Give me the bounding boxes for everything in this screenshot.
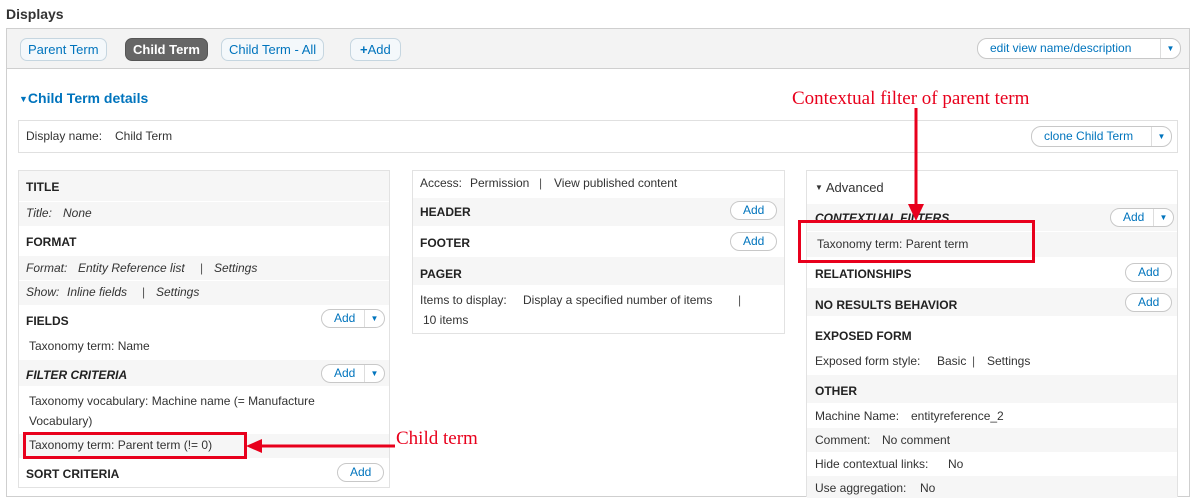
child-term-highlight bbox=[23, 432, 247, 459]
comment-link[interactable]: No comment bbox=[882, 433, 950, 447]
section-title-label: Child Term details bbox=[27, 90, 149, 106]
separator: | bbox=[539, 176, 543, 190]
contextual-add-button[interactable]: Add ▼ bbox=[1110, 208, 1174, 227]
format-settings-link[interactable]: Settings bbox=[214, 261, 257, 275]
filter-add-label: Add bbox=[334, 366, 356, 380]
child-term-arrow bbox=[246, 439, 395, 453]
title-label: Title: bbox=[26, 206, 52, 220]
edit-view-name-button[interactable]: edit view name/description ▼ bbox=[977, 38, 1181, 59]
add-display-button[interactable]: +Add bbox=[350, 38, 401, 61]
advanced-toggle[interactable]: ▼ Advanced bbox=[815, 180, 884, 195]
pager-label: Items to display: bbox=[420, 293, 507, 307]
display-name-bar: Display name: Child Term clone Child Ter… bbox=[18, 120, 1178, 153]
triangle-down-icon: ▼ bbox=[815, 183, 823, 192]
hide-contextual-links-link[interactable]: No bbox=[948, 457, 963, 471]
chevron-down-icon[interactable]: ▼ bbox=[364, 365, 384, 382]
relationships-add-button[interactable]: Add bbox=[1125, 263, 1173, 282]
separator: | bbox=[142, 285, 146, 299]
chevron-down-icon[interactable]: ▼ bbox=[1153, 209, 1173, 226]
tab-child-term-all[interactable]: Child Term - All bbox=[221, 38, 325, 61]
use-aggregation-link[interactable]: No bbox=[920, 481, 935, 495]
field-item-link[interactable]: Taxonomy term: Name bbox=[29, 339, 150, 353]
annotation-child-term: Child term bbox=[396, 428, 478, 449]
exposed-form-settings-link[interactable]: Settings bbox=[987, 354, 1030, 368]
format-value-link[interactable]: Entity Reference list bbox=[78, 261, 185, 275]
separator: | bbox=[738, 293, 742, 307]
tab-parent-term[interactable]: Parent Term bbox=[20, 38, 107, 61]
format-label: Format: bbox=[26, 261, 68, 275]
relationships-header: RELATIONSHIPS bbox=[815, 267, 912, 281]
exposed-form-header: EXPOSED FORM bbox=[815, 329, 912, 343]
access-view-published-link[interactable]: View published content bbox=[554, 176, 677, 190]
child-term-details-toggle[interactable]: ▼Child Term details bbox=[19, 90, 148, 106]
show-settings-link[interactable]: Settings bbox=[156, 285, 199, 299]
plus-icon: + bbox=[360, 42, 368, 57]
contextual-filter-arrow bbox=[908, 108, 924, 221]
chevron-down-icon[interactable]: ▼ bbox=[1160, 39, 1180, 58]
tab-child-term[interactable]: Child Term bbox=[125, 38, 208, 61]
fields-add-button[interactable]: Add ▼ bbox=[321, 309, 385, 328]
exposed-form-value-link[interactable]: Basic bbox=[937, 354, 966, 368]
other-header: OTHER bbox=[815, 384, 857, 398]
exposed-form-label: Exposed form style: bbox=[815, 354, 921, 368]
display-name-link[interactable]: Child Term bbox=[115, 129, 172, 143]
pager-count-link[interactable]: 10 items bbox=[423, 313, 468, 327]
title-value-link[interactable]: None bbox=[63, 206, 92, 220]
access-label: Access: bbox=[420, 176, 463, 190]
middle-column: Access: Permission | View published cont… bbox=[412, 170, 785, 334]
machine-name-link[interactable]: entityreference_2 bbox=[911, 409, 1004, 423]
sort-criteria-header: SORT CRITERIA bbox=[26, 467, 120, 481]
comment-label: Comment: bbox=[815, 433, 871, 447]
header-header: HEADER bbox=[420, 205, 471, 219]
pager-header: PAGER bbox=[420, 267, 462, 281]
filter-add-button[interactable]: Add ▼ bbox=[321, 364, 385, 383]
footer-add-button[interactable]: Add bbox=[730, 232, 778, 251]
page-title: Displays bbox=[6, 6, 64, 22]
use-aggregation-label: Use aggregation: bbox=[815, 481, 907, 495]
display-name-label: Display name: bbox=[26, 129, 103, 143]
annotation-contextual-filter: Contextual filter of parent term bbox=[792, 88, 1030, 109]
advanced-label: Advanced bbox=[825, 180, 884, 195]
contextual-add-label: Add bbox=[1123, 210, 1145, 224]
separator: | bbox=[972, 354, 976, 368]
header-add-button[interactable]: Add bbox=[730, 201, 778, 220]
title-header: TITLE bbox=[26, 180, 60, 194]
add-display-label: Add bbox=[367, 42, 391, 57]
chevron-down-icon[interactable]: ▼ bbox=[1151, 127, 1171, 146]
clone-display-button[interactable]: clone Child Term ▼ bbox=[1031, 126, 1172, 147]
show-value-link[interactable]: Inline fields bbox=[67, 285, 127, 299]
chevron-down-icon[interactable]: ▼ bbox=[364, 310, 384, 327]
clone-label: clone Child Term bbox=[1044, 129, 1134, 143]
format-header: FORMAT bbox=[26, 235, 77, 249]
filter-item-vocabulary-link[interactable]: Taxonomy vocabulary: Machine name (= Man… bbox=[29, 394, 315, 408]
hide-contextual-links-label: Hide contextual links: bbox=[815, 457, 929, 471]
contextual-filter-highlight bbox=[798, 220, 1035, 263]
no-results-header: NO RESULTS BEHAVIOR bbox=[815, 298, 958, 312]
show-label: Show: bbox=[26, 285, 60, 299]
footer-header: FOOTER bbox=[420, 236, 470, 250]
filter-criteria-header: FILTER CRITERIA bbox=[26, 368, 128, 382]
access-permission-link[interactable]: Permission bbox=[470, 176, 529, 190]
pager-value-link[interactable]: Display a specified number of items bbox=[523, 293, 712, 307]
edit-view-label: edit view name/description bbox=[990, 41, 1132, 55]
triangle-down-icon: ▼ bbox=[19, 94, 28, 104]
filter-item-vocabulary-link-cont[interactable]: Vocabulary) bbox=[29, 414, 92, 428]
no-results-add-button[interactable]: Add bbox=[1125, 293, 1173, 312]
fields-header: FIELDS bbox=[26, 314, 69, 328]
separator: | bbox=[200, 261, 204, 275]
displays-tabbar: Parent Term Child Term Child Term - All … bbox=[6, 28, 1190, 68]
sort-add-button[interactable]: Add bbox=[337, 463, 385, 482]
fields-add-label: Add bbox=[334, 311, 356, 325]
machine-name-label: Machine Name: bbox=[815, 409, 900, 423]
